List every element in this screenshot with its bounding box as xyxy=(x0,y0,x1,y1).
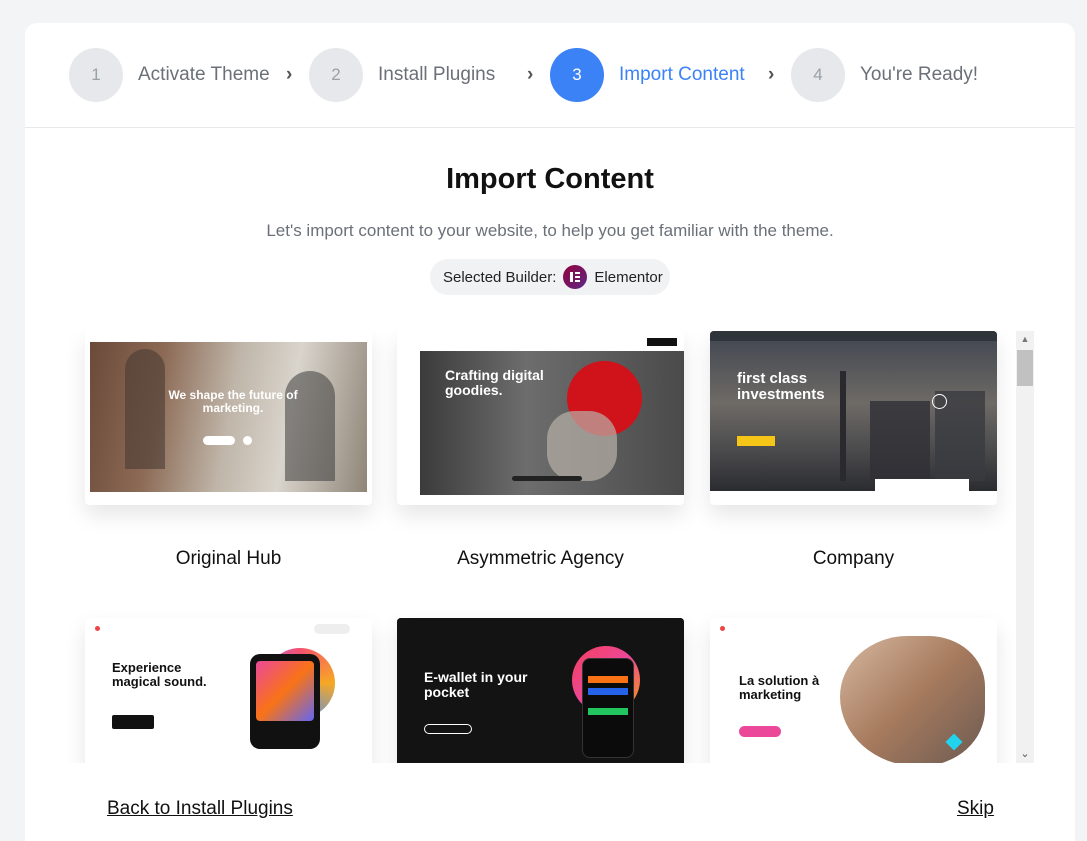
demo-thumbnail[interactable]: La solution à marketing xyxy=(710,618,997,763)
demo-name: Asymmetric Agency xyxy=(457,548,624,569)
step-3-circle: 3 xyxy=(550,48,604,102)
step-2-label: Install Plugins xyxy=(378,64,496,85)
builder-prefix: Selected Builder: xyxy=(443,268,557,286)
step-4-label: You're Ready! xyxy=(860,64,979,85)
scroll-down-arrow-icon[interactable]: ⌄ xyxy=(1016,746,1034,763)
elementor-icon xyxy=(563,265,588,289)
demo-thumbnail[interactable]: Crafting digital goodies. xyxy=(397,331,684,505)
thumb-headline: La solution à marketing xyxy=(739,673,820,702)
demo-thumbnail[interactable]: Experience magical sound. xyxy=(85,618,372,763)
step-1-circle: 1 xyxy=(69,48,123,102)
builder-name: Elementor xyxy=(594,268,663,286)
thumb-headline: We shape the future of marketing. xyxy=(168,388,298,415)
skip-link[interactable]: Skip xyxy=(957,797,994,821)
page-subtitle: Let's import content to your website, to… xyxy=(266,221,834,240)
step-2-circle: 2 xyxy=(309,48,363,102)
thumb-headline: first class investments xyxy=(737,370,825,403)
step-4-circle: 4 xyxy=(791,48,845,102)
chevron-right-icon: › xyxy=(286,64,293,85)
chevron-right-icon: › xyxy=(527,64,534,85)
demo-thumbnail[interactable]: first class investments xyxy=(710,331,997,505)
demo-grid-scrollbar[interactable]: ▲ ⌄ xyxy=(1016,331,1034,763)
page-title: Import Content xyxy=(446,163,654,195)
thumb-headline: Crafting digital goodies. xyxy=(445,367,544,398)
demo-thumbnail[interactable]: We shape the future of marketing. xyxy=(85,331,372,505)
setup-wizard-panel: 1 Activate Theme › 2 Install Plugins › 3… xyxy=(25,23,1075,841)
demo-grid: We shape the future of marketing. Origin… xyxy=(67,331,1015,763)
wizard-steps: 1 Activate Theme › 2 Install Plugins › 3… xyxy=(25,23,1075,128)
thumb-headline: E-wallet in your pocket xyxy=(424,669,528,700)
step-1-label: Activate Theme xyxy=(138,64,270,85)
demo-name: Company xyxy=(812,548,895,569)
selected-builder-badge: Selected Builder: Elementor xyxy=(430,259,670,295)
chevron-right-icon: › xyxy=(768,64,775,85)
back-to-install-plugins-link[interactable]: Back to Install Plugins xyxy=(107,797,293,821)
demo-thumbnail[interactable]: E-wallet in your pocket xyxy=(397,618,684,763)
thumb-headline: Experience magical sound. xyxy=(112,660,207,689)
scrollbar-thumb[interactable] xyxy=(1017,350,1033,386)
demo-name: Original Hub xyxy=(175,548,282,569)
scroll-up-arrow-icon[interactable]: ▲ xyxy=(1016,331,1034,348)
step-3-label: Import Content xyxy=(619,64,745,85)
